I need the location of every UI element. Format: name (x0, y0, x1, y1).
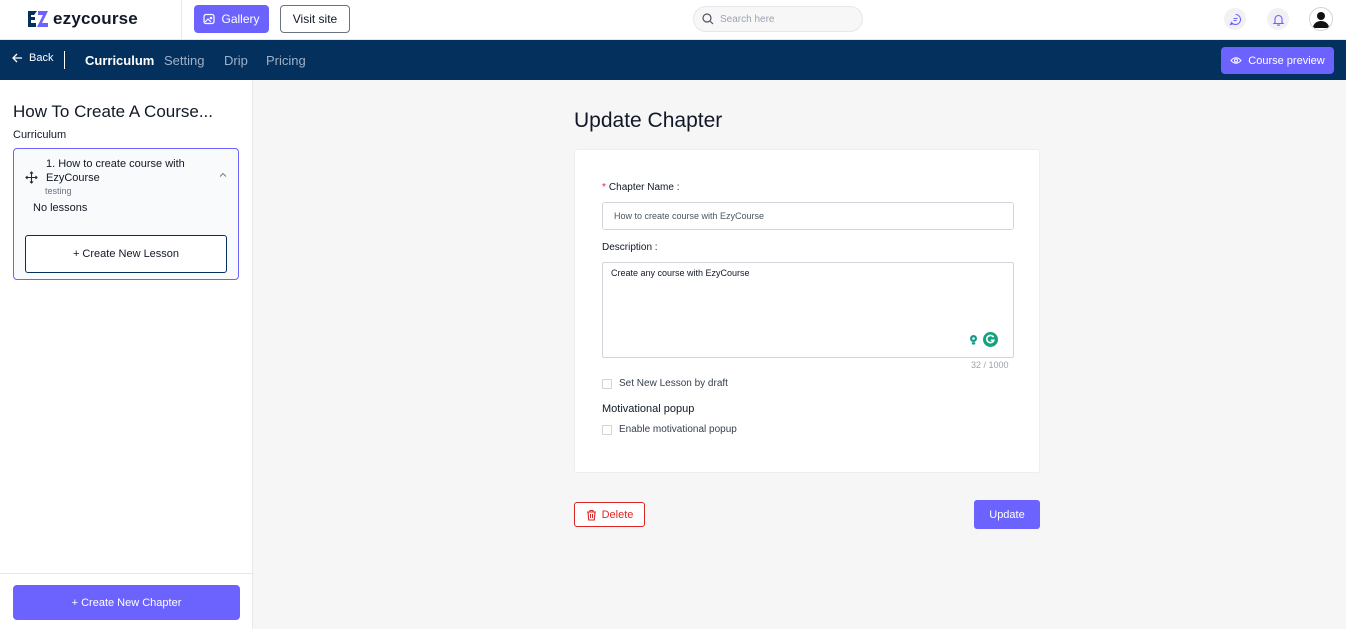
label-colon: : (673, 182, 680, 193)
logo[interactable]: ezycourse (27, 9, 138, 29)
search-input[interactable] (720, 13, 850, 25)
description-label-text: Description (602, 242, 653, 253)
sidebar-divider (0, 573, 253, 574)
label-colon: : (652, 242, 658, 253)
header-divider (181, 0, 182, 40)
motivational-checkbox-row[interactable]: Enable motivational popup (602, 424, 737, 435)
description-textarea[interactable]: Create any course with EzyCourse (602, 262, 1014, 358)
trash-icon (586, 509, 596, 521)
curriculum-sidebar: How To Create A Course... Curriculum 1. … (0, 80, 253, 629)
update-button[interactable]: Update (974, 500, 1040, 529)
chat-button[interactable] (1224, 8, 1246, 30)
nav-divider (64, 51, 65, 69)
tab-pricing[interactable]: Pricing (266, 53, 306, 68)
lightbulb-icon[interactable] (966, 332, 981, 347)
bell-icon (1272, 14, 1284, 26)
motivational-checkbox-label: Enable motivational popup (619, 424, 737, 435)
tab-curriculum[interactable]: Curriculum (85, 53, 154, 68)
motivational-checkbox[interactable] (602, 424, 612, 435)
curriculum-label: Curriculum (13, 129, 67, 141)
gallery-button[interactable]: Gallery (194, 5, 269, 33)
search-box[interactable] (693, 6, 863, 32)
draft-checkbox[interactable] (602, 378, 612, 389)
required-asterisk: * (602, 182, 606, 193)
grammarly-widget[interactable] (966, 332, 998, 347)
delete-button[interactable]: Delete (574, 502, 645, 527)
course-preview-button[interactable]: Course preview (1221, 47, 1334, 74)
drag-move-icon[interactable] (25, 171, 38, 184)
chapter-card[interactable]: 1. How to create course with EzyCourse t… (13, 148, 239, 280)
top-header: ezycourse Gallery Visit site (0, 0, 1346, 40)
notification-button[interactable] (1267, 8, 1289, 30)
draft-checkbox-label: Set New Lesson by draft (619, 378, 728, 389)
create-lesson-button[interactable]: + Create New Lesson (25, 235, 227, 273)
grammarly-icon[interactable] (983, 332, 998, 347)
chapter-name-label: * Chapter Name : (602, 182, 680, 193)
draft-checkbox-row[interactable]: Set New Lesson by draft (602, 378, 728, 389)
page-title: Update Chapter (574, 109, 723, 132)
course-title: How To Create A Course... (13, 102, 214, 121)
back-label: Back (29, 52, 54, 64)
arrow-left-icon (12, 53, 22, 63)
logo-mark-icon (28, 11, 48, 27)
chapter-subtitle: testing (45, 186, 72, 196)
chapter-name-input[interactable] (602, 202, 1014, 230)
character-counter: 32 / 1000 (971, 360, 1009, 370)
eye-icon (1230, 57, 1242, 64)
chapter-name-label-text: Chapter Name (608, 182, 674, 193)
tab-setting[interactable]: Setting (164, 53, 204, 68)
tab-drip[interactable]: Drip (224, 53, 248, 68)
search-icon (702, 13, 714, 25)
create-chapter-button[interactable]: + Create New Chapter (13, 585, 240, 620)
chat-icon (1228, 13, 1241, 25)
no-lessons-text: No lessons (33, 202, 88, 214)
user-avatar-icon (1313, 12, 1329, 28)
back-button[interactable]: Back (12, 52, 53, 64)
description-label: Description : (602, 242, 658, 253)
visit-site-button[interactable]: Visit site (280, 5, 350, 33)
motivational-popup-title: Motivational popup (602, 403, 695, 415)
logo-text: ezycourse (53, 9, 138, 28)
delete-label: Delete (601, 508, 634, 521)
course-preview-label: Course preview (1248, 54, 1325, 67)
avatar[interactable] (1309, 7, 1333, 31)
chevron-up-icon[interactable] (219, 172, 227, 178)
course-navbar: Back Curriculum Setting Drip Pricing Cou… (0, 40, 1346, 80)
gallery-icon (203, 13, 216, 25)
update-chapter-form: *Chapter Name : Description : Create any… (574, 149, 1040, 473)
chapter-title[interactable]: 1. How to create course with EzyCourse (46, 157, 196, 185)
gallery-label: Gallery (221, 12, 260, 26)
